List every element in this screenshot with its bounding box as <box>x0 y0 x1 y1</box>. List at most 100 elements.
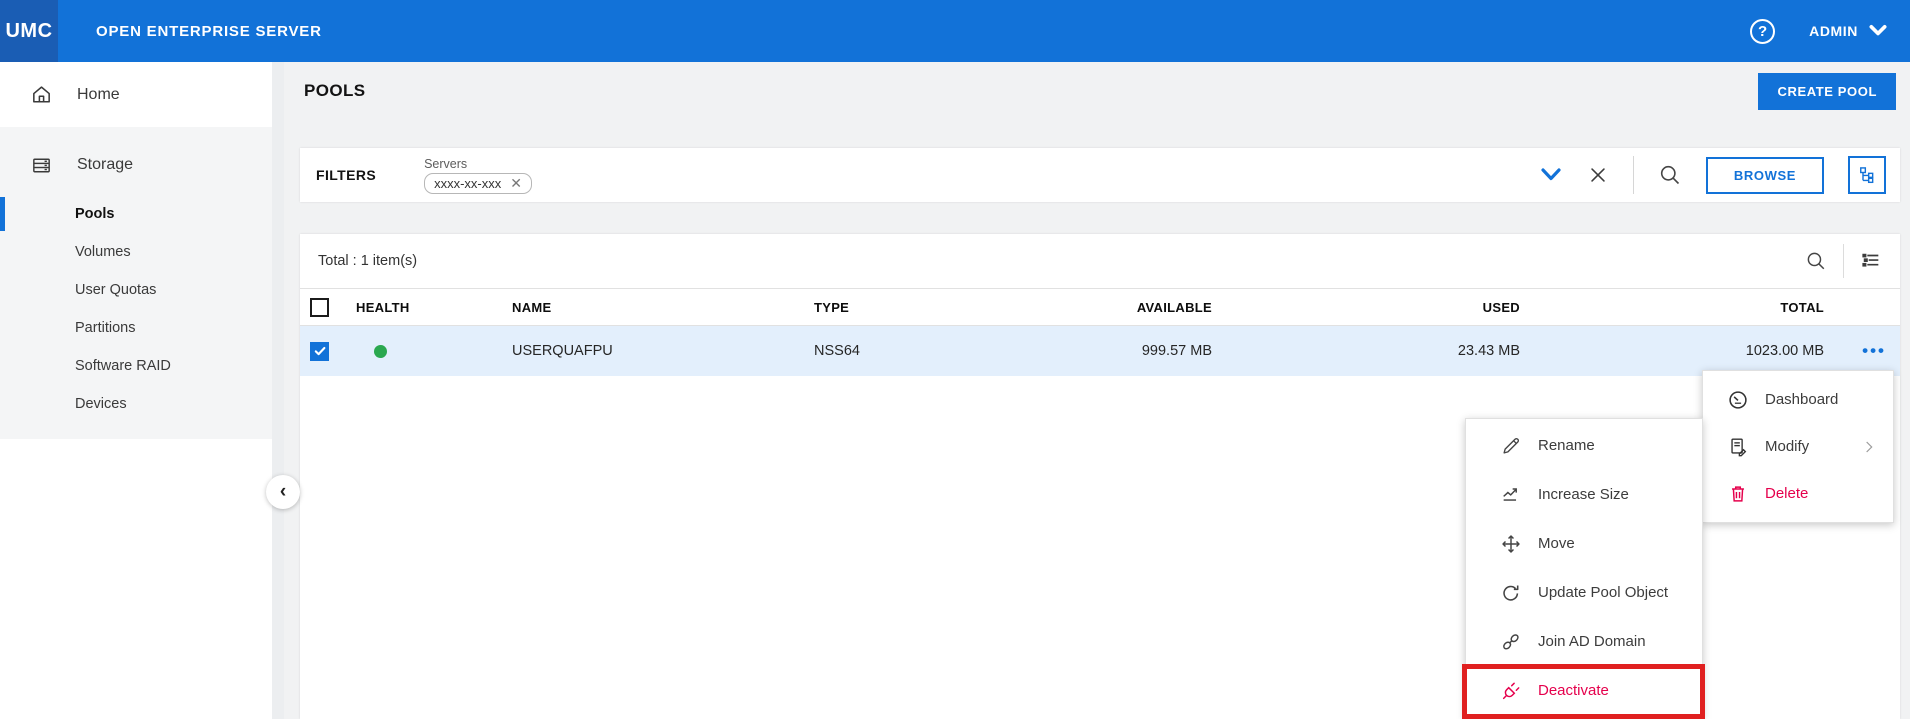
table-toolbar: Total : 1 item(s) <box>300 234 1900 288</box>
user-menu[interactable]: ADMIN <box>1809 23 1888 39</box>
trend-up-icon <box>1500 484 1522 506</box>
total-cell: 1023.00 MB <box>1520 343 1824 359</box>
menu-item-label: Dashboard <box>1765 391 1838 408</box>
col-health: HEALTH <box>356 300 512 315</box>
list-view-button[interactable] <box>1860 250 1882 272</box>
umc-screen: UMC OPEN ENTERPRISE SERVER ? ADMIN Home <box>0 0 1910 719</box>
filters-clear-button[interactable] <box>1587 164 1609 186</box>
menu-item-dashboard[interactable]: Dashboard <box>1703 376 1893 423</box>
top-bar: UMC OPEN ENTERPRISE SERVER ? ADMIN <box>0 0 1910 62</box>
page-title: POOLS <box>304 81 366 101</box>
sidebar-item-home[interactable]: Home <box>0 62 284 127</box>
browse-button[interactable]: BROWSE <box>1706 157 1824 194</box>
sidebar-item-software-raid[interactable]: Software RAID <box>0 347 272 385</box>
topbar-actions: ? ADMIN <box>1750 19 1910 44</box>
server-filter-chip-value: xxxx-xx-xxx <box>434 176 501 191</box>
tree-view-button[interactable] <box>1848 156 1886 194</box>
sidebar-storage-group: Storage Pools Volumes User Quotas Partit… <box>0 127 272 439</box>
chip-remove-icon[interactable]: ✕ <box>510 176 522 190</box>
sidebar: Home Storage Pools Volumes User Quotas P… <box>0 62 284 719</box>
menu-item-label: Move <box>1538 535 1575 552</box>
row-actions-menu: Dashboard Modify Delete <box>1702 370 1894 523</box>
col-type: TYPE <box>814 300 1064 315</box>
list-view-icon <box>1860 250 1882 272</box>
table-toolbar-actions <box>1805 244 1882 278</box>
row-checkbox-cell <box>300 342 356 361</box>
menu-item-update-pool-object[interactable]: Update Pool Object <box>1466 568 1702 617</box>
used-cell: 23.43 MB <box>1212 343 1520 359</box>
table-header-row: HEALTH NAME TYPE AVAILABLE USED TOTAL <box>300 288 1900 326</box>
menu-item-rename[interactable]: Rename <box>1466 421 1702 470</box>
filters-actions: BROWSE <box>1539 156 1886 194</box>
col-name: NAME <box>512 300 814 315</box>
filters-label: FILTERS <box>316 167 376 183</box>
divider <box>1633 156 1634 194</box>
servers-filter-group: Servers xxxx-xx-xxx ✕ <box>424 157 532 194</box>
create-pool-button[interactable]: CREATE POOL <box>1758 73 1896 110</box>
sidebar-storage-label: Storage <box>77 156 133 174</box>
sidebar-item-devices[interactable]: Devices <box>0 385 272 423</box>
divider <box>1843 244 1844 278</box>
chevron-right-icon <box>1861 439 1877 455</box>
modify-icon <box>1727 436 1749 458</box>
umc-logo[interactable]: UMC <box>0 0 58 62</box>
filters-search-button[interactable] <box>1658 163 1682 187</box>
row-actions-button[interactable]: ••• <box>1824 346 1900 356</box>
app-title: OPEN ENTERPRISE SERVER <box>96 23 322 40</box>
menu-item-increase-size[interactable]: Increase Size <box>1466 470 1702 519</box>
health-status-dot <box>374 345 387 358</box>
sidebar-item-user-quotas[interactable]: User Quotas <box>0 271 272 309</box>
menu-item-modify[interactable]: Modify <box>1703 423 1893 470</box>
link-icon <box>1500 631 1522 653</box>
total-count: Total : 1 item(s) <box>318 253 417 269</box>
sidebar-item-storage[interactable]: Storage <box>0 141 272 189</box>
sidebar-item-pools[interactable]: Pools <box>0 195 272 233</box>
health-cell <box>356 345 512 358</box>
search-icon <box>1658 163 1682 187</box>
page-header: POOLS CREATE POOL <box>300 62 1900 120</box>
chevron-down-icon <box>1868 24 1888 38</box>
sidebar-home-label: Home <box>77 86 120 104</box>
menu-item-label: Update Pool Object <box>1538 584 1668 601</box>
col-used: USED <box>1212 300 1520 315</box>
chevron-down-icon <box>1539 167 1563 183</box>
tree-icon <box>1857 165 1877 185</box>
menu-item-deactivate[interactable]: Deactivate <box>1466 666 1702 715</box>
header-checkbox-cell <box>300 298 356 317</box>
sidebar-collapse-button[interactable]: ‹ <box>266 475 300 509</box>
pencil-icon <box>1500 435 1522 457</box>
server-filter-chip[interactable]: xxxx-xx-xxx ✕ <box>424 173 532 194</box>
type-cell: NSS64 <box>814 343 1064 359</box>
help-icon[interactable]: ? <box>1750 19 1775 44</box>
table-search-button[interactable] <box>1805 250 1827 272</box>
sidebar-item-volumes[interactable]: Volumes <box>0 233 272 271</box>
menu-item-label: Modify <box>1765 438 1809 455</box>
refresh-icon <box>1500 582 1522 604</box>
move-icon <box>1500 533 1522 555</box>
sidebar-item-partitions[interactable]: Partitions <box>0 309 272 347</box>
menu-item-delete[interactable]: Delete <box>1703 470 1893 517</box>
modify-submenu: Rename Increase Size Move Update Pool Ob… <box>1465 418 1703 719</box>
servers-filter-label: Servers <box>424 157 532 171</box>
menu-item-label: Rename <box>1538 437 1595 454</box>
menu-item-join-ad-domain[interactable]: Join AD Domain <box>1466 617 1702 666</box>
dashboard-icon <box>1727 389 1749 411</box>
menu-item-label: Deactivate <box>1538 682 1609 699</box>
close-icon <box>1587 164 1609 186</box>
col-available: AVAILABLE <box>1064 300 1212 315</box>
filters-expand-button[interactable] <box>1539 167 1563 183</box>
menu-item-label: Delete <box>1765 485 1808 502</box>
deactivate-plug-icon <box>1500 680 1522 702</box>
menu-item-label: Increase Size <box>1538 486 1629 503</box>
row-checkbox[interactable] <box>310 342 329 361</box>
filters-bar: FILTERS Servers xxxx-xx-xxx ✕ <box>300 148 1900 202</box>
name-cell: USERQUAFPU <box>512 343 814 359</box>
select-all-checkbox[interactable] <box>310 298 329 317</box>
table-row[interactable]: USERQUAFPU NSS64 999.57 MB 23.43 MB 1023… <box>300 326 1900 376</box>
home-icon <box>30 83 53 106</box>
menu-item-label: Join AD Domain <box>1538 633 1646 650</box>
storage-subnav: Pools Volumes User Quotas Partitions Sof… <box>0 189 272 433</box>
user-name: ADMIN <box>1809 23 1858 39</box>
menu-item-move[interactable]: Move <box>1466 519 1702 568</box>
available-cell: 999.57 MB <box>1064 343 1212 359</box>
